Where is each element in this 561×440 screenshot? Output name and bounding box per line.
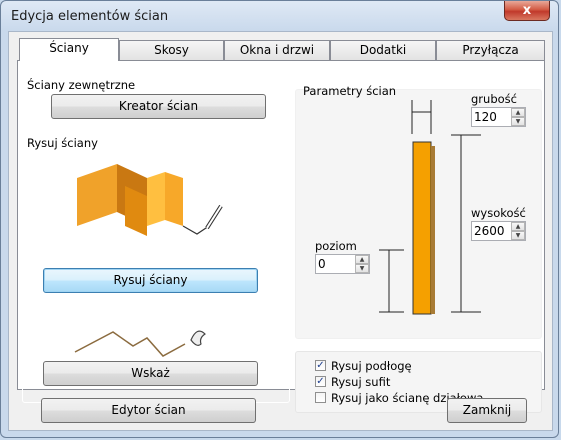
point-walls-button[interactable]: Wskaż [43,361,258,386]
partition-wall-checkbox[interactable] [315,392,326,403]
tab-connections[interactable]: Przyłącza [436,40,545,60]
tab-windows-doors[interactable]: Okna i drzwi [224,40,330,60]
wall-drawing-illustration [77,164,223,236]
group-draw-walls: Rysuj ściany Rysuj ściany Wskaż [22,136,290,403]
close-window-button[interactable]: x [504,1,550,21]
draw-floor-label: Rysuj podłogę [331,359,412,373]
close-icon: x [522,3,532,18]
draw-floor-checkbox[interactable]: ✓ [315,360,326,371]
tab-extras[interactable]: Dodatki [330,40,436,60]
group-exterior-walls: Ściany zewnętrzne Kreator ścian [22,78,290,130]
group-draw-walls-label: Rysuj ściany [25,136,100,150]
group-exterior-walls-label: Ściany zewnętrzne [25,78,138,92]
tab-slopes[interactable]: Skosy [119,40,224,60]
draw-ceiling-checkbox[interactable]: ✓ [315,376,326,387]
tab-strip: Ściany Skosy Okna i drzwi Dodatki Przyłą… [17,38,545,61]
group-wall-parameters: Parametry ścian grubość ▲ ▼ wysokość ▲ ▼ [295,84,542,339]
close-button[interactable]: Zamknij [447,398,527,423]
draw-walls-button[interactable]: Rysuj ściany [43,268,258,293]
window-title: Edycja elementów ścian [11,9,169,24]
wall-dimensions-diagram [379,100,481,315]
point-walls-illustration [74,330,206,357]
tab-walls[interactable]: Ściany [19,38,119,61]
dialog-client-area: Ściany Skosy Okna i drzwi Dodatki Przyłą… [8,31,553,431]
tab-panel-walls: Ściany zewnętrzne Kreator ścian Rysuj śc… [17,60,545,413]
wall-shape [412,141,432,315]
draw-ceiling-label: Rysuj sufit [331,375,391,389]
dialog-window: Edycja elementów ścian x Ściany Skosy Ok… [0,0,559,438]
wall-wizard-button[interactable]: Kreator ścian [51,94,266,119]
wall-editor-button[interactable]: Edytor ścian [41,398,256,423]
